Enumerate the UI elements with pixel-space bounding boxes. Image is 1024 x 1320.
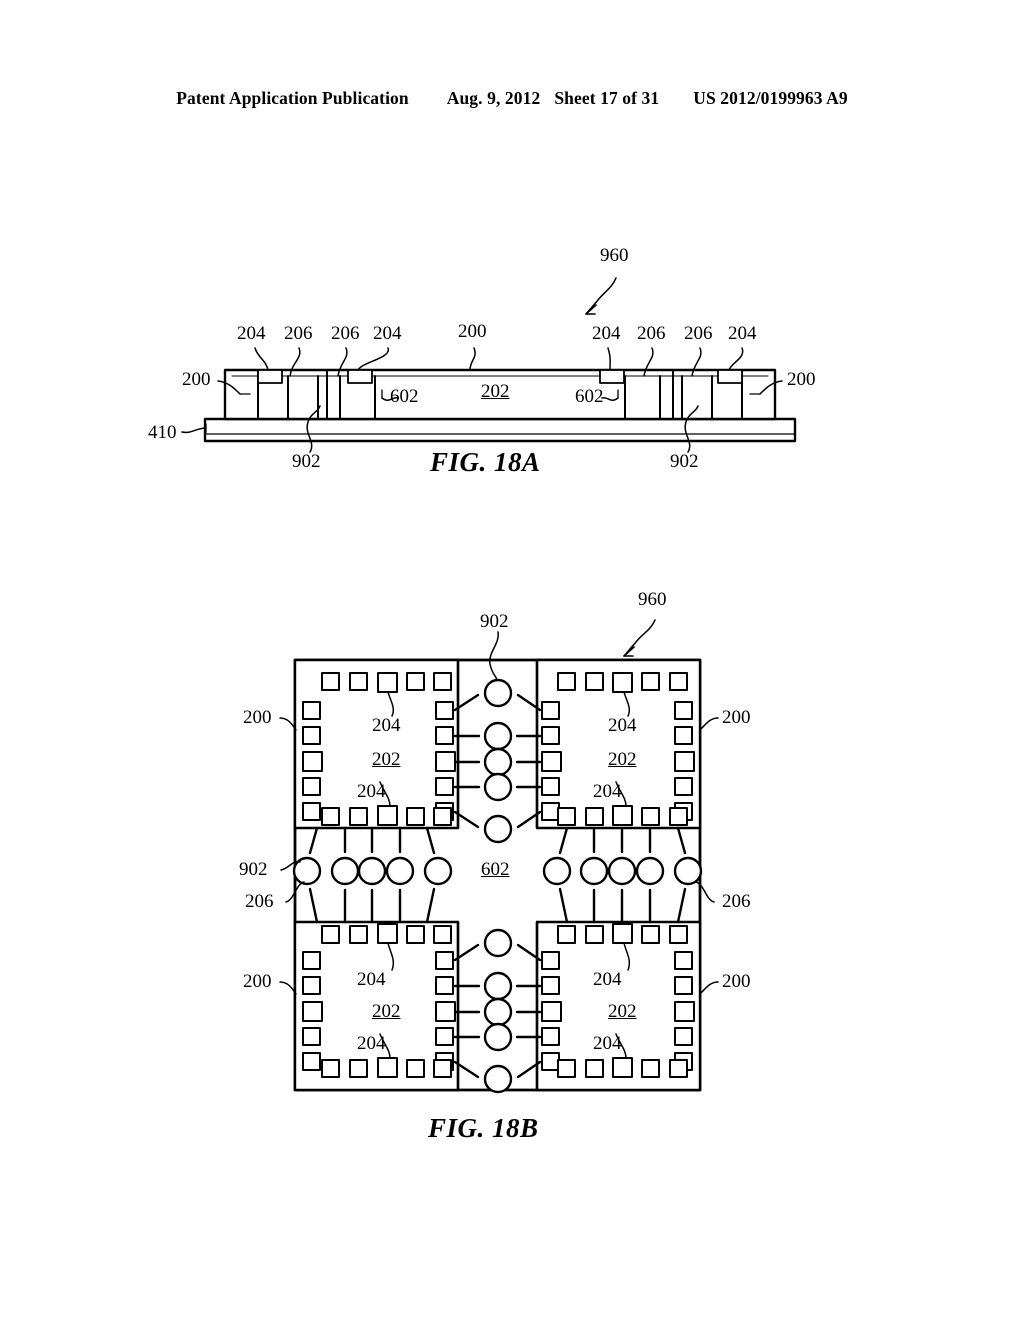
label-200-left-bottom-18b: 200	[243, 971, 272, 992]
label-202-tl: 202	[372, 749, 401, 770]
label-902-right-18a: 902	[670, 451, 699, 472]
label-410: 410	[148, 422, 177, 443]
label-204-tr-upper: 204	[608, 715, 637, 736]
pad-204-right-outer	[717, 369, 743, 384]
label-204-tl1: 204	[237, 323, 266, 344]
figure-18b: 960 902 200 902 206 200 200 206 200 204 …	[0, 560, 1024, 1180]
label-960-18b: 960	[638, 589, 667, 610]
figure-18a-caption: FIG. 18A	[430, 447, 541, 477]
label-202-tr: 202	[608, 749, 637, 770]
label-206-tl2: 206	[331, 323, 360, 344]
substrate-410	[203, 417, 797, 443]
pad-204-right-inner	[599, 369, 625, 384]
label-204-bl-lower: 204	[357, 1033, 386, 1054]
label-206-right-18b: 206	[722, 891, 751, 912]
label-204-tl-upper: 204	[372, 715, 401, 736]
label-204-tr2: 204	[728, 323, 757, 344]
figure-18b-drawing	[279, 619, 719, 1094]
label-902-left-18b: 902	[239, 859, 268, 880]
label-200-right: 200	[787, 369, 816, 390]
label-602-left: 602	[390, 386, 419, 407]
figure-18b-caption: FIG. 18B	[428, 1113, 539, 1143]
label-202-18a: 202	[481, 381, 510, 402]
label-960-18a: 960	[600, 245, 629, 266]
label-200-left-top-18b: 200	[243, 707, 272, 728]
label-204-bl-upper: 204	[357, 969, 386, 990]
label-204-tl-lower: 204	[357, 781, 386, 802]
label-902-top: 902	[480, 611, 509, 632]
label-204-br-upper: 204	[593, 969, 622, 990]
figure-18a: 960 204 206 206 204 200 204 206 206 204 …	[0, 0, 1024, 520]
label-200-top: 200	[458, 321, 487, 342]
patent-sheet: Patent Application Publication Aug. 9, 2…	[0, 0, 1024, 1320]
label-206-left-18b: 206	[245, 891, 274, 912]
label-902-left-18a: 902	[292, 451, 321, 472]
label-200-right-top-18b: 200	[722, 707, 751, 728]
label-202-br: 202	[608, 1001, 637, 1022]
label-206-tr2: 206	[684, 323, 713, 344]
label-206-tl1: 206	[284, 323, 313, 344]
label-200-left: 200	[182, 369, 211, 390]
label-204-tr-lower: 204	[593, 781, 622, 802]
label-602-right: 602	[575, 386, 604, 407]
label-204-tr1: 204	[592, 323, 621, 344]
label-204-tl2: 204	[373, 323, 402, 344]
label-200-right-bottom-18b: 200	[722, 971, 751, 992]
label-202-bl: 202	[372, 1001, 401, 1022]
pad-204-left-inner	[347, 369, 373, 384]
label-204-br-lower: 204	[593, 1033, 622, 1054]
label-602-center: 602	[481, 859, 510, 880]
label-206-tr1: 206	[637, 323, 666, 344]
pad-204-left-outer	[257, 369, 283, 384]
